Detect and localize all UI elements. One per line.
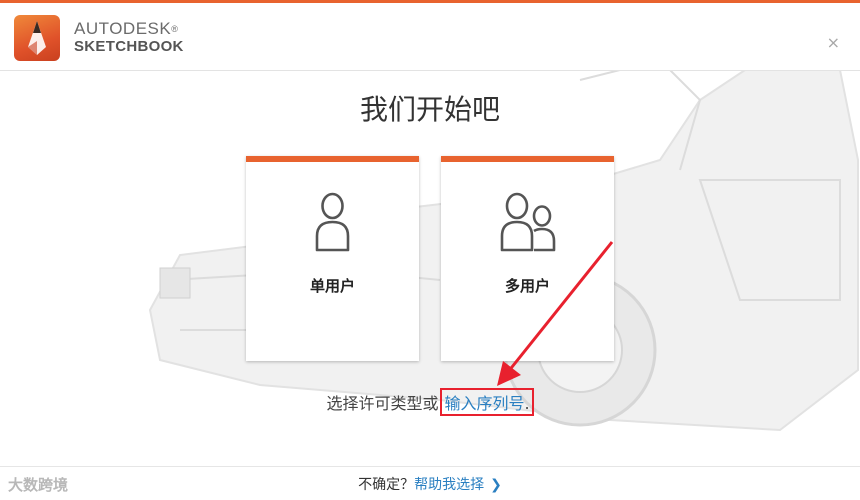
footer-question: 不确定？ <box>358 477 415 493</box>
enter-serial-link[interactable]: 输入序列号 <box>444 394 524 413</box>
serial-suffix: . <box>524 394 530 413</box>
help-me-choose-link[interactable]: 帮助我选择 <box>414 477 484 493</box>
serial-highlight-box: 输入序列号. <box>440 388 534 416</box>
license-prompt-text: 选择许可类型或 <box>326 394 439 413</box>
license-prompt-row: 选择许可类型或 输入序列号. <box>0 388 860 416</box>
chevron-right-icon[interactable]: ❯ <box>490 477 502 493</box>
annotation-arrow-icon <box>497 241 614 386</box>
footer-divider <box>0 466 860 467</box>
footer: 不确定？帮助我选择 ❯ <box>0 474 860 494</box>
